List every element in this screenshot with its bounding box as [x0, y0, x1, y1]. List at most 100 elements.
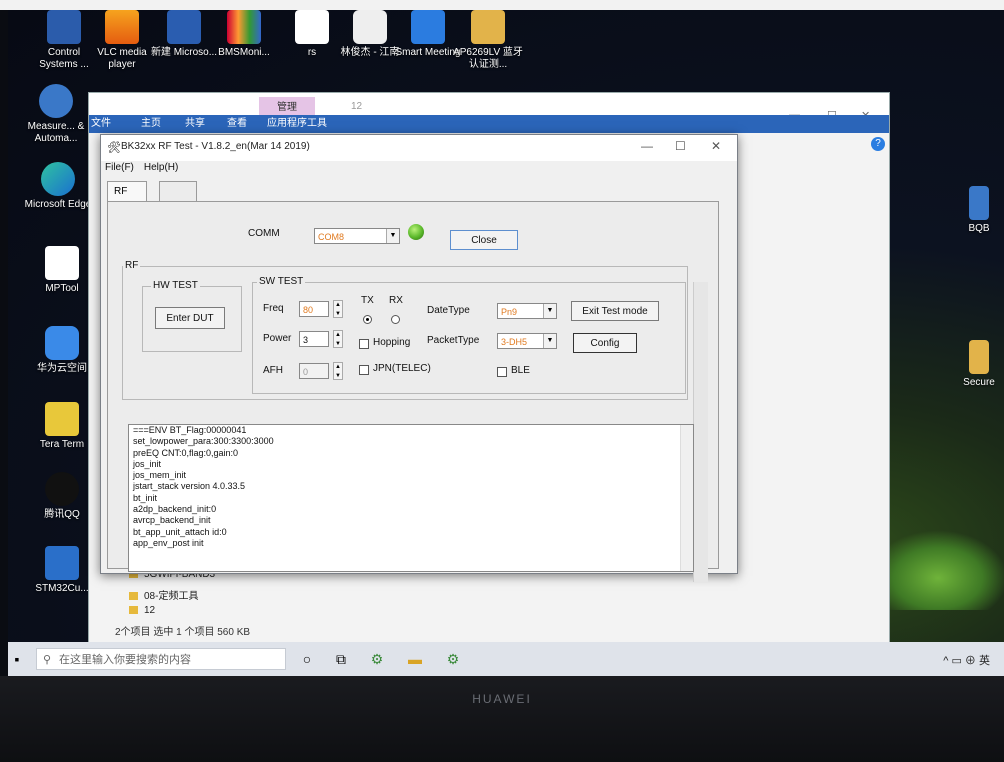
datetype-label: DateType: [427, 305, 470, 316]
app-icon: [47, 10, 81, 44]
search-icon: ⚲: [43, 654, 52, 666]
packettype-select[interactable]: 3-DH5 ▼: [497, 333, 557, 349]
freq-label: Freq: [263, 303, 284, 314]
minimize-icon[interactable]: —: [641, 139, 653, 153]
folder-icon: [129, 592, 138, 601]
vlc-cone-icon: [105, 10, 139, 44]
app-icon: 🛠: [107, 142, 121, 154]
status-bar: 2个项目 选中 1 个项目 560 KB: [115, 627, 251, 638]
log-line: avrcp_backend_init: [133, 515, 211, 526]
close-port-button[interactable]: Close: [450, 230, 518, 250]
window-titlebar: 🛠 BK32xx RF Test - V1.8.2_en(Mar 14 2019…: [101, 135, 737, 161]
tab-blank[interactable]: [159, 181, 197, 202]
enter-dut-button[interactable]: Enter DUT: [155, 307, 225, 329]
close-icon[interactable]: ✕: [711, 139, 721, 153]
ribbon-tab-home[interactable]: 主页: [141, 115, 161, 133]
media-icon: [353, 10, 387, 44]
list-item[interactable]: 08-定频工具: [129, 587, 198, 602]
maximize-icon[interactable]: ☐: [675, 139, 686, 153]
exit-test-mode-button[interactable]: Exit Test mode: [571, 301, 659, 321]
ble-label: BLE: [511, 365, 530, 376]
power-label: Power: [263, 333, 292, 344]
word-doc-icon: [167, 10, 201, 44]
start-icon[interactable]: ▪: [8, 650, 26, 668]
cloud-icon: [45, 326, 79, 360]
log-line: jstart_stack version 4.0.33.5: [133, 481, 246, 492]
menu-bar: File(F) Help(H): [101, 159, 737, 177]
tx-label: TX: [361, 295, 374, 306]
task-view-icon[interactable]: ⧉: [332, 650, 350, 668]
window-title: BK32xx RF Test - V1.8.2_en(Mar 14 2019): [121, 141, 310, 152]
ribbon-tab-file[interactable]: 文件: [91, 115, 111, 133]
list-item[interactable]: 12: [129, 605, 155, 616]
taskbar-search-input[interactable]: ⚲ 在这里输入你要搜索的内容: [36, 648, 286, 670]
ribbon-tab-share[interactable]: 共享: [185, 115, 205, 133]
taskbar-app-rf-test-icon[interactable]: ⚙: [368, 650, 386, 668]
ribbon-tab-view[interactable]: 查看: [227, 115, 247, 133]
hopping-checkbox[interactable]: [359, 339, 369, 349]
archive-icon: [471, 10, 505, 44]
panel-scrollbar[interactable]: [693, 282, 708, 582]
measure-icon: [39, 84, 73, 118]
sw-test-title: SW TEST: [257, 276, 306, 287]
log-line: bt_app_unit_attach id:0: [133, 526, 227, 537]
laptop-brand-logo: HUAWEI: [472, 692, 532, 706]
ble-checkbox[interactable]: [497, 367, 507, 377]
menu-file[interactable]: File(F): [105, 159, 134, 177]
taskbar-app-icon[interactable]: ⚙: [444, 650, 462, 668]
rf-test-window: 🛠 BK32xx RF Test - V1.8.2_en(Mar 14 2019…: [100, 134, 738, 582]
log-line: preEQ CNT:0,flag:0,gain:0: [133, 447, 239, 458]
explorer-title: 12: [351, 101, 363, 112]
log-line: bt_init: [133, 492, 158, 503]
dropdown-arrow-icon: ▼: [543, 334, 556, 348]
log-output[interactable]: ===ENV BT_Flag:00000041 set_lowpower_par…: [128, 424, 694, 572]
explorer-titlebar: 管理 12 — ☐ ✕ 文件 主页 共享 查看 应用程序工具: [89, 93, 889, 133]
help-icon[interactable]: ?: [871, 137, 885, 151]
desktop-icon-bqb[interactable]: BQB: [954, 186, 1004, 235]
laptop-bezel: [0, 676, 1004, 762]
edge-browser-icon: [41, 162, 75, 196]
folder-icon: [129, 606, 138, 615]
comm-label: COMM: [248, 228, 280, 239]
log-line: jos_init: [133, 458, 162, 469]
cortana-icon[interactable]: ○: [298, 650, 316, 668]
desktop-icon-secure[interactable]: Secure: [954, 340, 1004, 389]
rx-label: RX: [389, 295, 403, 306]
freq-spinner[interactable]: ▲ ▼: [333, 300, 343, 318]
system-tray[interactable]: ^ ▭ ⊕ 英: [943, 652, 990, 668]
log-line: jos_mem_init: [133, 470, 187, 481]
datetype-select[interactable]: Pn9 ▼: [497, 303, 557, 319]
dropdown-arrow-icon: ▼: [386, 229, 399, 243]
menu-help[interactable]: Help(H): [144, 159, 178, 177]
desktop-icon-bmsmoni[interactable]: BMSMoni...: [208, 10, 280, 59]
terminal-icon: [45, 402, 79, 436]
doc-icon: [969, 186, 989, 220]
ribbon-tab-apptools[interactable]: 应用程序工具: [267, 115, 327, 133]
desktop-icon-ap6269lv[interactable]: AP6269LV 蓝牙认证测...: [452, 10, 524, 71]
explorer-ribbon: 文件 主页 共享 查看 应用程序工具: [89, 115, 889, 133]
rf-test-panel: COMM COM8 ▼ Close RF HW TEST Enter DUT SW…: [107, 201, 719, 582]
sw-test-group: SW TEST Freq 80 ▲ ▼ Power 3 ▲ ▼ AFH 0 ▲ ▼ T…: [252, 276, 686, 394]
desktop-icon-measure[interactable]: Measure... & Automa...: [20, 84, 92, 145]
tab-rf-test[interactable]: RF TEST: [107, 181, 147, 217]
file-explorer-icon[interactable]: ▬: [406, 650, 424, 668]
bmsmoni-icon: [227, 10, 261, 44]
comm-port-select[interactable]: COM8 ▼: [314, 228, 400, 244]
jpn-telec-checkbox[interactable]: [359, 365, 369, 375]
power-spinner[interactable]: ▲ ▼: [333, 330, 343, 348]
power-input[interactable]: 3: [299, 331, 329, 347]
afh-input[interactable]: 0: [299, 363, 329, 379]
log-line: ===ENV BT_Flag:00000041: [133, 425, 247, 435]
stm32-icon: [45, 546, 79, 580]
freq-input[interactable]: 80: [299, 301, 329, 317]
meeting-camera-icon: [411, 10, 445, 44]
rx-radio[interactable]: [391, 315, 400, 324]
hopping-label: Hopping: [373, 337, 411, 348]
afh-spinner[interactable]: ▲ ▼: [333, 362, 343, 380]
dropdown-arrow-icon: ▼: [543, 304, 556, 318]
config-button[interactable]: Config: [573, 333, 637, 353]
hw-test-title: HW TEST: [151, 280, 200, 291]
log-scrollbar[interactable]: [680, 425, 693, 571]
desktop-icon-edge[interactable]: Microsoft Edge: [22, 162, 94, 211]
tx-radio[interactable]: [363, 315, 372, 324]
